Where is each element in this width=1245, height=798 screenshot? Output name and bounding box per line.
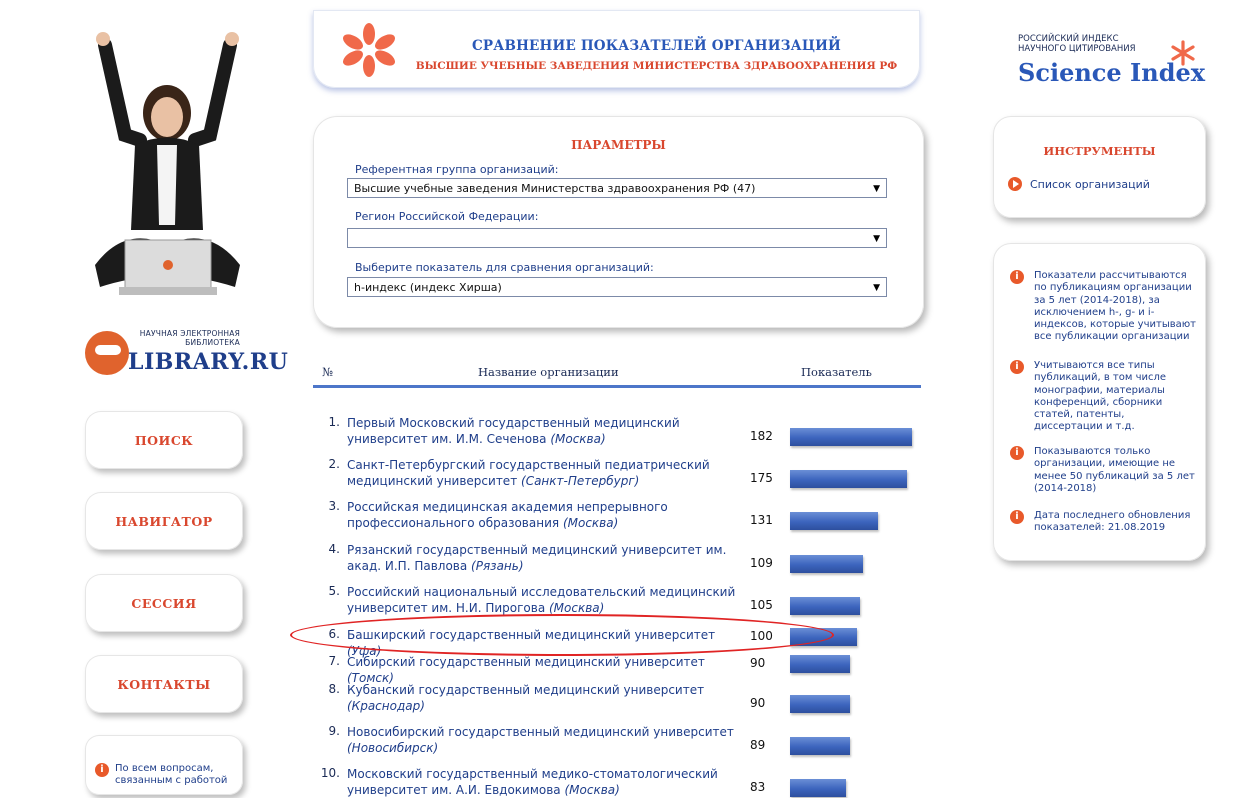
row-number: 8.: [328, 682, 340, 696]
nav-navigator-button[interactable]: НАВИГАТОР: [85, 492, 243, 550]
indicator-value: 83: [750, 780, 766, 794]
column-header-number: №: [322, 365, 333, 379]
organization-city: (Краснодар): [347, 699, 425, 713]
organization-name[interactable]: Санкт-Петербургский государственный педи…: [347, 457, 737, 489]
info-icon: i: [1010, 270, 1024, 284]
organization-title: Кубанский государственный медицинский ун…: [347, 683, 705, 697]
organizations-list-link[interactable]: Список организаций: [1030, 178, 1150, 191]
science-index-caption: РОССИЙСКИЙ ИНДЕКС НАУЧНОГО ЦИТИРОВАНИЯ: [1018, 34, 1136, 54]
organization-name[interactable]: Московский государственный медико-стомат…: [347, 766, 737, 798]
indicator-value: 90: [750, 696, 766, 710]
row-number: 3.: [328, 499, 340, 513]
parameters-title: ПАРАМЕТРЫ: [571, 138, 666, 152]
organization-title: Московский государственный медико-стомат…: [347, 767, 718, 797]
info-icon: i: [95, 763, 109, 777]
organization-city: (Санкт-Петербург): [521, 474, 640, 488]
indicator-bar: [790, 470, 907, 488]
hero-illustration: [95, 32, 240, 295]
page-title: СРАВНЕНИЕ ПОКАЗАТЕЛЕЙ ОРГАНИЗАЦИЙ: [471, 38, 841, 54]
indicator-bar: [790, 737, 850, 755]
organization-title: Сибирский государственный медицинский ун…: [347, 655, 705, 669]
row-number: 9.: [328, 724, 340, 738]
group-label: Референтная группа организаций:: [355, 163, 559, 176]
indicator-value: 89: [750, 738, 766, 752]
note-text: Учитываются все типы публикаций, в том ч…: [1034, 360, 1167, 433]
logo-subtitle: НАУЧНАЯ ЭЛЕКТРОННАЯ БИБЛИОТЕКА: [139, 329, 240, 347]
row-number: 10.: [320, 766, 340, 780]
indicator-value: 131: [750, 513, 773, 527]
note-text: Дата последнего обновления показателей: …: [1034, 510, 1191, 534]
organization-city: (Новосибирск): [347, 741, 439, 755]
indicator-value: 109: [750, 556, 773, 570]
info-icon: i: [1010, 360, 1024, 374]
info-panel: i Показатели рассчитываются по публикаци…: [993, 243, 1206, 561]
organization-name[interactable]: Новосибирский государственный медицински…: [347, 724, 737, 756]
organization-name[interactable]: Кубанский государственный медицинский ун…: [347, 682, 737, 714]
page-banner: СРАВНЕНИЕ ПОКАЗАТЕЛЕЙ ОРГАНИЗАЦИЙ ВЫСШИЕ…: [313, 10, 920, 88]
organization-title: Новосибирский государственный медицински…: [347, 725, 734, 739]
indicator-label: Выберите показатель для сравнения органи…: [355, 261, 654, 274]
indicator-bar: [790, 695, 850, 713]
organization-name[interactable]: Первый Московский государственный медици…: [347, 415, 737, 447]
elibrary-logo[interactable]: НАУЧНАЯ ЭЛЕКТРОННАЯ БИБЛИОТЕКА LIBRARY.R…: [85, 325, 288, 385]
header-divider: [313, 385, 921, 388]
group-select[interactable]: Высшие учебные заведения Министерства зд…: [347, 178, 887, 198]
indicator-select-value: h-индекс (индекс Хирша): [354, 281, 502, 294]
row-number: 1.: [328, 415, 340, 429]
organization-city: (Москва): [564, 783, 620, 797]
indicator-value: 182: [750, 429, 773, 443]
organization-city: (Рязань): [471, 559, 524, 573]
organization-title: Российская медицинская академия непрерыв…: [347, 500, 668, 530]
dropdown-arrow-icon: ▼: [873, 234, 880, 244]
info-icon: i: [1010, 510, 1024, 524]
indicator-value: 175: [750, 471, 773, 485]
note-text: Показываются только организации, имеющие…: [1034, 446, 1195, 494]
indicator-bar: [790, 428, 912, 446]
highlight-ellipse: [290, 614, 834, 656]
play-icon: [1008, 177, 1022, 191]
nav-session-button[interactable]: СЕССИЯ: [85, 574, 243, 632]
organization-title: Первый Московский государственный медици…: [347, 416, 680, 446]
tools-panel: ИНСТРУМЕНТЫ Список организаций: [993, 116, 1206, 218]
organization-city: (Москва): [562, 516, 619, 530]
logo-wordmark: LIBRARY.RU: [128, 349, 289, 375]
indicator-value: 90: [750, 656, 766, 670]
indicator-bar: [790, 779, 846, 797]
row-number: 7.: [328, 654, 340, 668]
info-icon: i: [1010, 446, 1024, 460]
group-select-value: Высшие учебные заведения Министерства зд…: [354, 182, 756, 195]
dropdown-arrow-icon: ▼: [873, 184, 880, 194]
region-label: Регион Российской Федерации:: [355, 210, 539, 223]
help-box: i По всем вопросам, связанным с работой: [85, 735, 243, 795]
page-subtitle: ВЫСШИЕ УЧЕБНЫЕ ЗАВЕДЕНИЯ МИНИСТЕРСТВА ЗД…: [415, 60, 898, 72]
organization-title: Рязанский государственный медицинский ун…: [347, 543, 727, 573]
dropdown-arrow-icon: ▼: [873, 283, 880, 293]
indicator-bar: [790, 597, 860, 615]
organization-name[interactable]: Российская медицинская академия непрерыв…: [347, 499, 737, 531]
column-header-name: Название организации: [478, 365, 619, 379]
asterisk-icon: [1171, 40, 1195, 66]
indicator-select[interactable]: h-индекс (индекс Хирша) ▼: [347, 277, 887, 297]
organization-city: (Москва): [549, 601, 605, 615]
logo-e-mark: [85, 331, 129, 375]
note-text: Показатели рассчитываются по публикациям…: [1034, 270, 1196, 343]
region-select[interactable]: ▼: [347, 228, 887, 248]
nav-search-button[interactable]: ПОИСК: [85, 411, 243, 469]
nav-contacts-button[interactable]: КОНТАКТЫ: [85, 655, 243, 713]
column-header-value: Показатель: [801, 365, 872, 379]
parameters-panel: ПАРАМЕТРЫ Референтная группа организаций…: [313, 116, 924, 328]
indicator-value: 105: [750, 598, 773, 612]
organization-name[interactable]: Рязанский государственный медицинский ун…: [347, 542, 737, 574]
organization-city: (Москва): [550, 432, 606, 446]
indicator-bar: [790, 655, 850, 673]
row-number: 4.: [328, 542, 340, 556]
indicator-bar: [790, 555, 863, 573]
help-text: По всем вопросам, связанным с работой: [115, 763, 228, 786]
indicator-bar: [790, 512, 878, 530]
organization-title: Российский национальный исследовательски…: [347, 585, 736, 615]
row-number: 5.: [328, 584, 340, 598]
row-number: 2.: [328, 457, 340, 471]
organization-name[interactable]: Российский национальный исследовательски…: [347, 584, 737, 616]
tools-title: ИНСТРУМЕНТЫ: [1043, 144, 1156, 158]
